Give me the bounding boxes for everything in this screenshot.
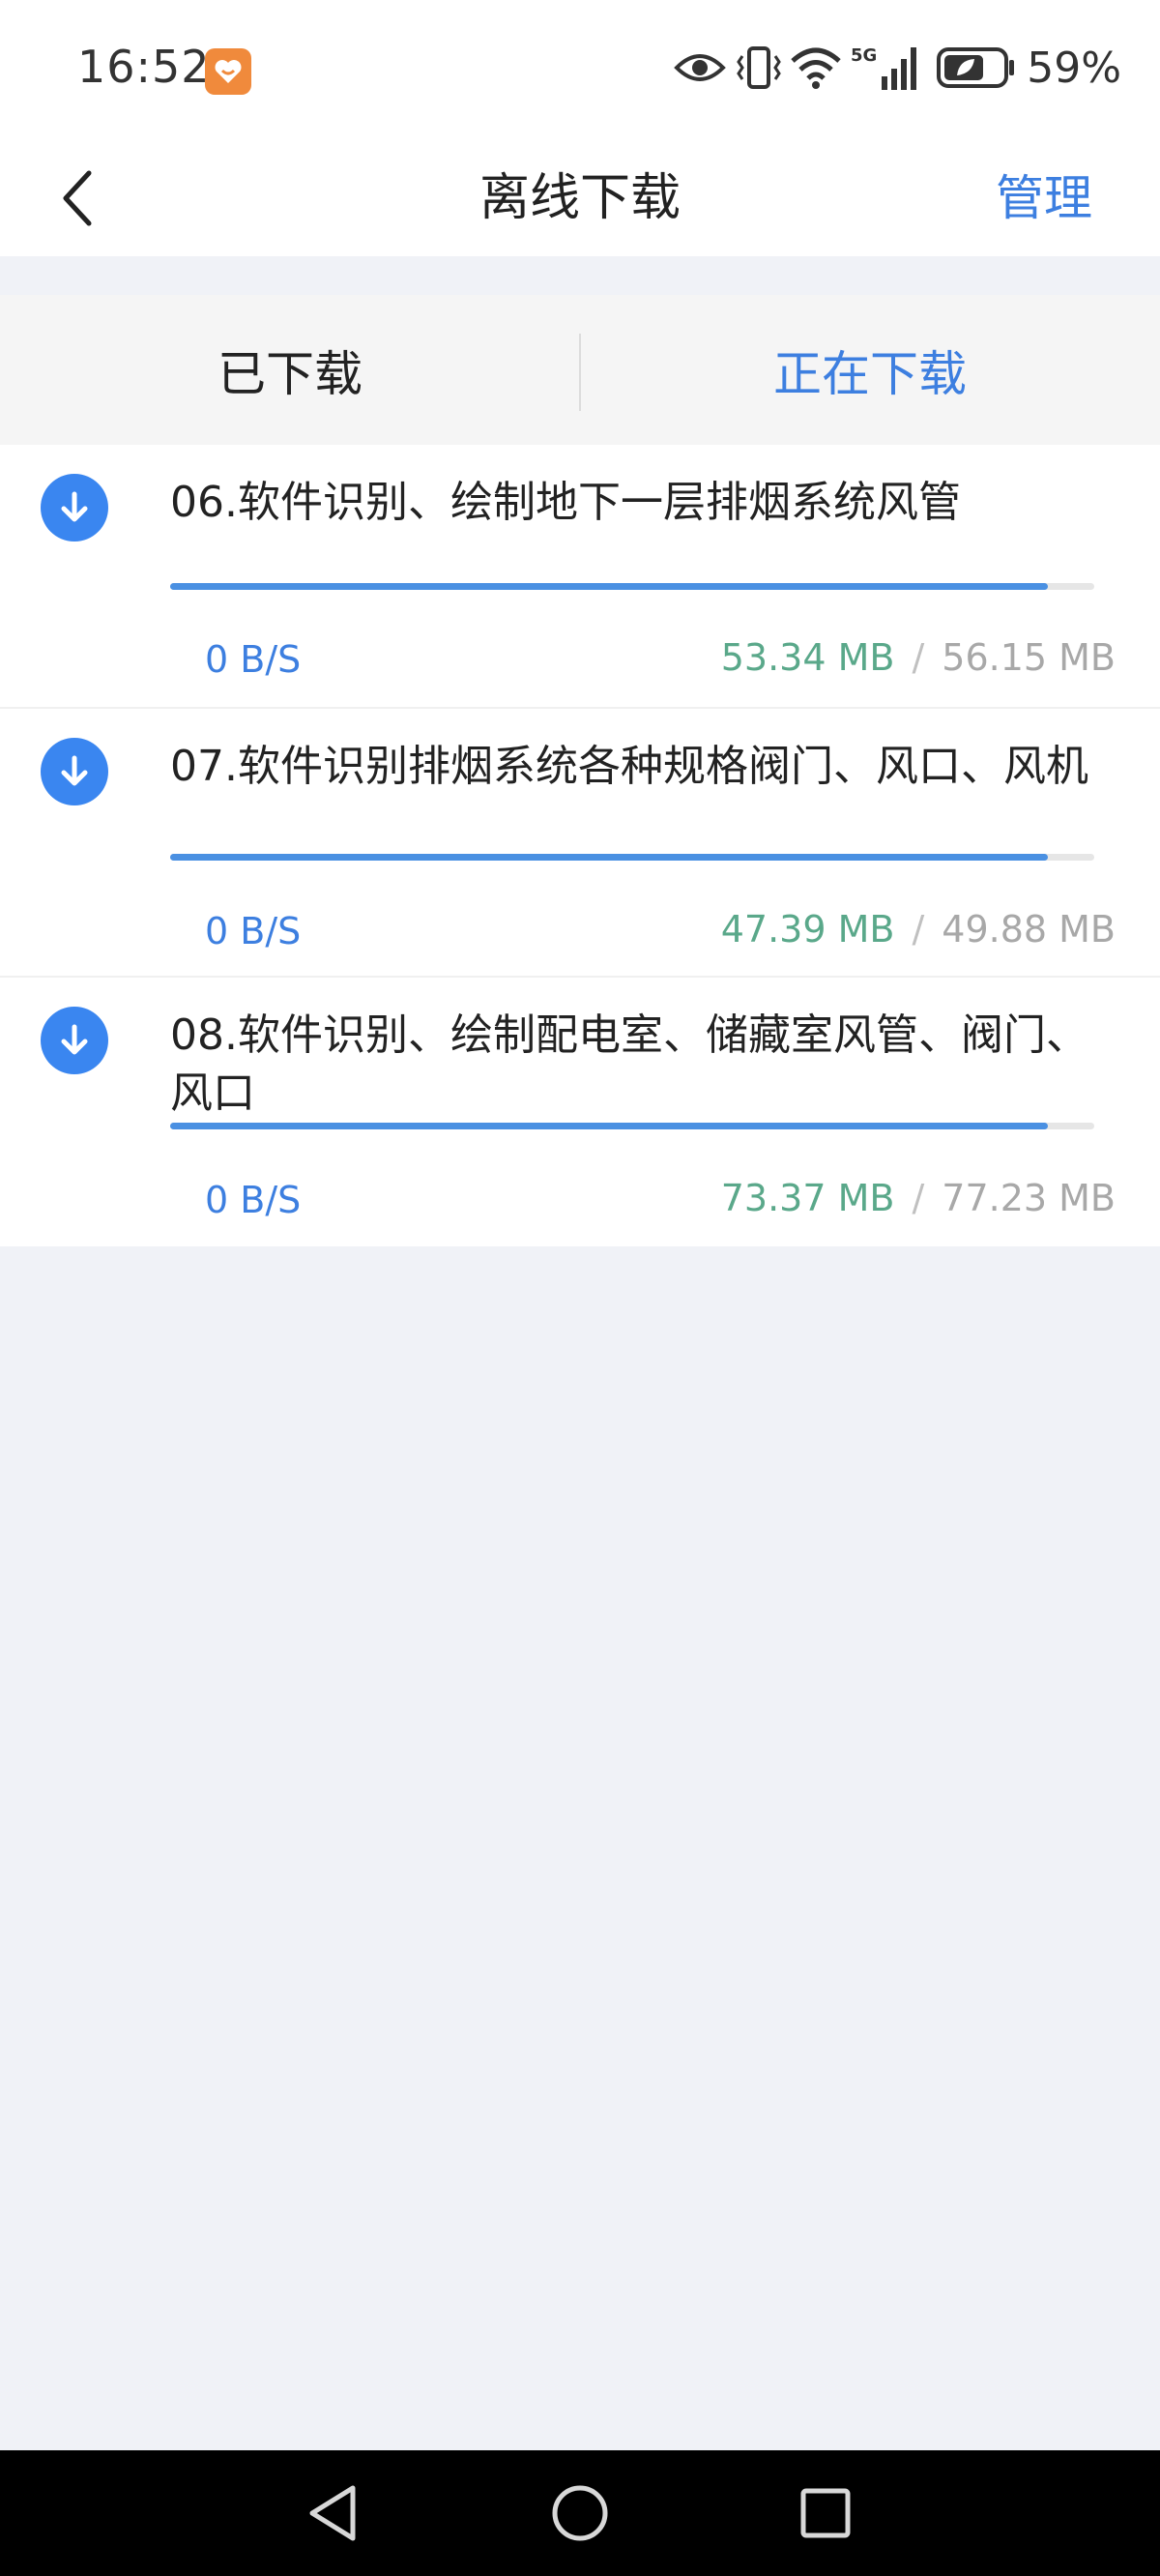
download-speed: 0 B/S [205,1179,302,1221]
chevron-left-icon [63,170,92,226]
status-time: 16:52 [77,41,211,93]
download-progress-fill [170,583,1049,590]
download-size: 73.37 MB / 77.23 MB [721,1177,1116,1219]
arrow-down-icon [61,491,88,522]
download-item[interactable]: 07.软件识别排烟系统各种规格阀门、风口、风机 0 B/S 47.39 MB/4… [0,709,1160,978]
page-title: 离线下载 [478,169,681,227]
nav-back-button[interactable] [295,2474,372,2552]
download-status-icon[interactable] [41,1007,108,1074]
status-bar: 16:52 5G 59% [0,0,1160,140]
download-status-icon[interactable] [41,474,108,542]
home-circle-icon [552,2485,608,2541]
download-title: 08.软件识别、绘制配电室、储藏室风管、阀门、风口 [170,1010,1088,1118]
downloaded-size: 53.34 MB [720,636,895,679]
nav-recents-button[interactable] [787,2474,864,2552]
download-speed: 0 B/S [205,910,302,952]
total-size: 56.15 MB [942,636,1116,679]
tab-divider [579,334,581,411]
back-triangle-icon [309,2485,356,2541]
recents-square-icon [800,2488,851,2538]
status-icons: 5G 59% [673,39,1121,97]
tab-downloading[interactable]: 正在下载 [580,295,1160,445]
top-app-bar: 离线下载 管理 [0,140,1160,256]
manage-button[interactable]: 管理 [996,140,1092,256]
download-status-icon[interactable] [41,738,108,805]
total-size: 77.23 MB [942,1177,1116,1219]
size-separator: / [912,1177,925,1219]
vibrate-icon [737,46,782,89]
signal-5g-icon: 5G [851,45,917,90]
download-size: 47.39 MB / 49.88 MB [721,908,1116,951]
arrow-down-icon [61,1024,88,1055]
size-separator: / [912,908,925,951]
download-item[interactable]: 08.软件识别、绘制配电室、储藏室风管、阀门、风口 0 B/S 73.37 MB… [0,978,1160,1246]
download-item[interactable]: 06.软件识别、绘制地下一层排烟系统风管 0 B/S 53.34 MB / 56.1… [0,445,1160,709]
download-size: 53.34 MB / 56.15 MB [721,636,1116,679]
download-title: 06.软件识别、绘制地下一层排烟系统风管 [170,478,961,527]
back-button[interactable] [39,160,116,237]
download-progress-bar [170,854,1094,861]
arrow-down-icon [61,755,88,786]
tab-downloaded[interactable]: 已下载 [0,295,580,445]
download-progress-bar [170,1123,1094,1129]
total-size: 49.88 MB [942,908,1116,951]
downloaded-size: 73.37 MB [720,1177,895,1219]
download-speed: 0 B/S [205,638,302,681]
size-separator: / [912,636,925,679]
battery-percent: 59% [1027,43,1121,93]
download-title: 07.软件识别排烟系统各种规格阀门、风口、风机 [170,742,1088,791]
eye-icon [674,54,727,81]
nav-home-button[interactable] [541,2474,619,2552]
download-progress-fill [170,1123,1049,1129]
battery-icon [937,47,1015,88]
downloaded-size: 47.39 MB [720,908,895,951]
download-progress-bar [170,583,1094,590]
system-nav-bar [0,2450,1160,2576]
wifi-icon [791,47,841,89]
download-list: 06.软件识别、绘制地下一层排烟系统风管 0 B/S 53.34 MB / 56.1… [0,445,1160,1246]
download-tabs: 已下载 正在下载 [0,295,1160,445]
svg-text:5G: 5G [851,45,877,66]
app-notification-icon [205,48,251,95]
download-progress-fill [170,854,1049,861]
